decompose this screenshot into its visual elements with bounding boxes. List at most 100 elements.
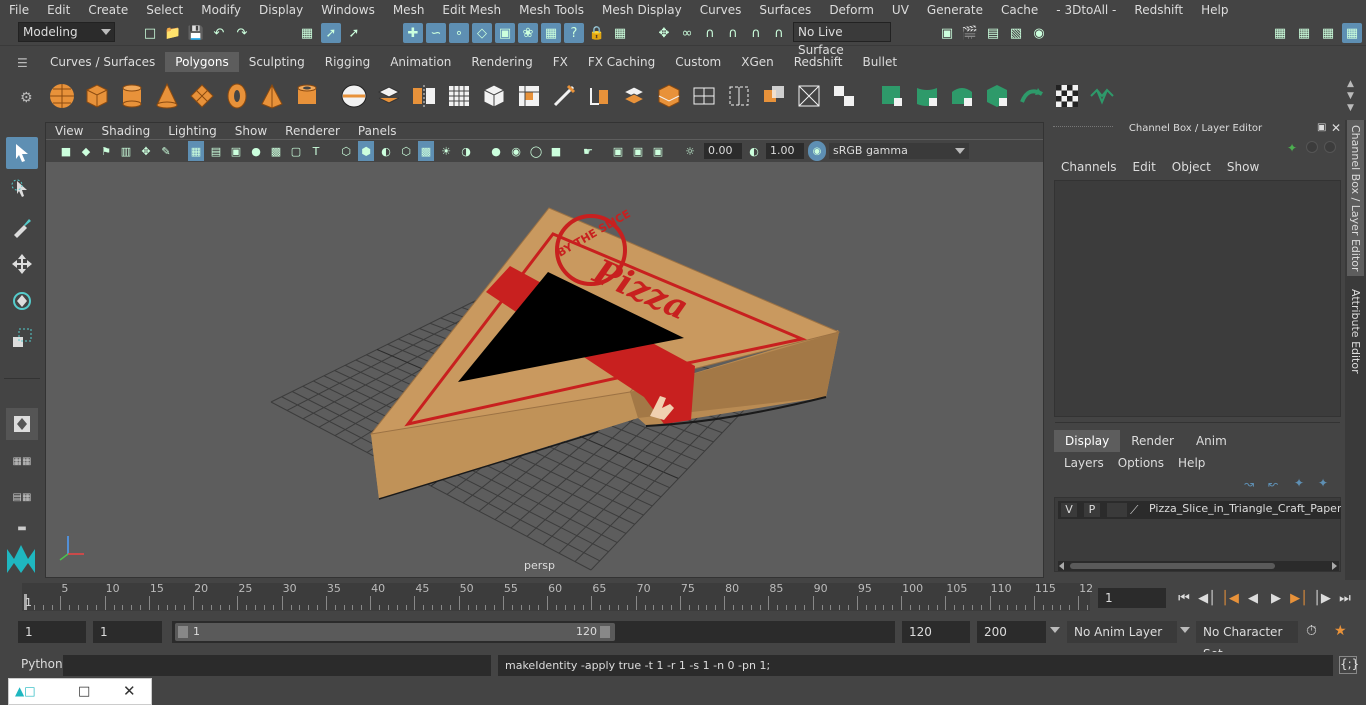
- append-polygon-icon[interactable]: [725, 82, 753, 110]
- move-layer-down-icon[interactable]: ↜: [1268, 477, 1282, 491]
- live-surface-field[interactable]: No Live Surface: [793, 22, 891, 57]
- snap-grid-icon[interactable]: ✚: [403, 23, 423, 43]
- lasso-tool-icon[interactable]: [6, 174, 38, 206]
- redo-icon[interactable]: ↷: [232, 23, 252, 43]
- menu-mesh-tools[interactable]: Mesh Tools: [510, 3, 593, 17]
- animation-start-field[interactable]: 1: [18, 621, 86, 643]
- range-start-grip[interactable]: [178, 626, 188, 638]
- snap-curve-icon[interactable]: ∽: [426, 23, 446, 43]
- depth-of-field-icon[interactable]: ■: [548, 141, 564, 161]
- bevel-icon[interactable]: [585, 82, 613, 110]
- step-forward-key-icon[interactable]: ▶│: [1289, 588, 1309, 608]
- layer-playback-toggle[interactable]: P: [1084, 503, 1100, 517]
- maya-window-icon[interactable]: ▲□: [15, 684, 43, 700]
- render-frame-icon[interactable]: 🎬: [960, 23, 980, 43]
- playback-start-field[interactable]: 1: [93, 621, 162, 643]
- menu-mesh-display[interactable]: Mesh Display: [593, 3, 691, 17]
- layout-single-icon[interactable]: ▬: [8, 517, 36, 539]
- symmetry-icon[interactable]: ▦: [610, 23, 630, 43]
- paint-select-tool-icon[interactable]: [6, 211, 38, 243]
- camera-select-icon[interactable]: ■: [58, 141, 74, 161]
- save-scene-icon[interactable]: 💾: [186, 23, 206, 43]
- render-view-icon[interactable]: ▧: [1006, 23, 1026, 43]
- scrollbar-thumb[interactable]: [1070, 563, 1275, 569]
- channel-box-menu-object[interactable]: Object: [1164, 160, 1219, 174]
- motion-blur-icon[interactable]: ◉: [508, 141, 524, 161]
- menu-cache[interactable]: Cache: [992, 3, 1047, 17]
- shelf-tab-sculpting[interactable]: Sculpting: [239, 52, 315, 72]
- script-language-label[interactable]: Python: [21, 657, 63, 671]
- poly-pipe-icon[interactable]: [293, 82, 321, 110]
- film-gate-icon[interactable]: ▤: [208, 141, 224, 161]
- lasso-icon[interactable]: ∞: [677, 23, 697, 43]
- layer-tab-display[interactable]: Display: [1054, 430, 1121, 452]
- wireframe-icon[interactable]: ⬡: [338, 141, 354, 161]
- select-component-icon[interactable]: ➚: [344, 23, 364, 43]
- separate-icon[interactable]: [375, 82, 403, 110]
- menu-surfaces[interactable]: Surfaces: [750, 3, 820, 17]
- exposure-icon[interactable]: ☼: [682, 141, 698, 161]
- xray-joints-icon[interactable]: ▣: [630, 141, 646, 161]
- maximize-icon[interactable]: □: [78, 684, 92, 699]
- range-slider[interactable]: 1 120: [172, 621, 895, 643]
- viewport-menu-renderer[interactable]: Renderer: [276, 123, 349, 139]
- color-management-icon[interactable]: ◉: [808, 141, 826, 161]
- snap-point-icon[interactable]: ∘: [449, 23, 469, 43]
- layer-menu-options[interactable]: Options: [1111, 456, 1171, 470]
- isolate-select-icon[interactable]: ☛: [580, 141, 596, 161]
- shelf-tab-xgen[interactable]: XGen: [731, 52, 784, 72]
- step-back-key-icon[interactable]: │◀: [1220, 588, 1240, 608]
- uv-planar-icon[interactable]: [878, 82, 906, 110]
- channel-list[interactable]: [1054, 180, 1341, 417]
- speed-toggle-icon[interactable]: [1306, 141, 1318, 153]
- shelf-tab-polygons[interactable]: Polygons: [165, 52, 239, 72]
- hypershade-icon[interactable]: ◉: [1029, 23, 1049, 43]
- last-tool-icon[interactable]: [6, 408, 38, 440]
- combine-icon[interactable]: [340, 82, 368, 110]
- shelf-tab-rigging[interactable]: Rigging: [315, 52, 380, 72]
- render-region-icon[interactable]: ▣: [937, 23, 957, 43]
- menu-mesh[interactable]: Mesh: [384, 3, 434, 17]
- lighting-icon[interactable]: ☀: [438, 141, 454, 161]
- menu-edit[interactable]: Edit: [38, 3, 79, 17]
- fill-hole-icon[interactable]: [760, 82, 788, 110]
- insert-edge-loop-icon[interactable]: [655, 82, 683, 110]
- 2d-pan-zoom-icon[interactable]: ✥: [138, 141, 154, 161]
- animation-preferences-icon[interactable]: ★: [1334, 623, 1354, 641]
- safe-title-icon[interactable]: T: [308, 141, 324, 161]
- field-chart-icon[interactable]: ▩: [268, 141, 284, 161]
- gate-mask-icon[interactable]: ●: [248, 141, 264, 161]
- modeling-toolkit-icon[interactable]: ▦: [1270, 23, 1290, 43]
- menu-generate[interactable]: Generate: [918, 3, 992, 17]
- extrude-icon[interactable]: [515, 82, 543, 110]
- tab-attribute-editor[interactable]: Attribute Editor: [1347, 286, 1364, 376]
- character-set-dropdown[interactable]: No Character Set: [1196, 621, 1298, 661]
- shade-wire-icon[interactable]: ◐: [378, 141, 394, 161]
- ipr-render-icon[interactable]: ▤: [983, 23, 1003, 43]
- layer-tab-render[interactable]: Render: [1120, 430, 1185, 452]
- step-forward-frame-icon[interactable]: │▶: [1312, 588, 1332, 608]
- play-forward-icon[interactable]: ▶: [1266, 588, 1286, 608]
- textured-icon[interactable]: ▩: [418, 141, 434, 161]
- quad-draw-icon[interactable]: [830, 82, 858, 110]
- snap-view-icon[interactable]: ▣: [495, 23, 515, 43]
- menu-curves[interactable]: Curves: [691, 3, 751, 17]
- menu-3dtoall[interactable]: - 3DtoAll -: [1047, 3, 1125, 17]
- image-plane-icon[interactable]: ▥: [118, 141, 134, 161]
- layer-name[interactable]: Pizza_Slice_in_Triangle_Craft_Paper_B: [1149, 502, 1341, 515]
- poly-plane-icon[interactable]: [188, 82, 216, 110]
- uv-cut-sew-icon[interactable]: [1088, 82, 1116, 110]
- poly-torus-icon[interactable]: [223, 82, 251, 110]
- viewport-menu-shading[interactable]: Shading: [92, 123, 159, 139]
- channel-box-toggle-icon[interactable]: ▦: [1342, 23, 1362, 43]
- uv-cylindrical-icon[interactable]: [913, 82, 941, 110]
- exposure-field[interactable]: 0.00: [704, 143, 742, 159]
- workspace-dropdown[interactable]: Modeling: [18, 22, 115, 42]
- select-hierarchy-icon[interactable]: ▦: [297, 23, 317, 43]
- menu-help[interactable]: Help: [1192, 3, 1237, 17]
- viewport-menu-panels[interactable]: Panels: [349, 123, 406, 139]
- smooth-icon[interactable]: [445, 82, 473, 110]
- uv-unfold-icon[interactable]: [1018, 82, 1046, 110]
- poly-sphere-icon[interactable]: [48, 82, 76, 110]
- manipulator-icon[interactable]: ✦: [1287, 141, 1301, 155]
